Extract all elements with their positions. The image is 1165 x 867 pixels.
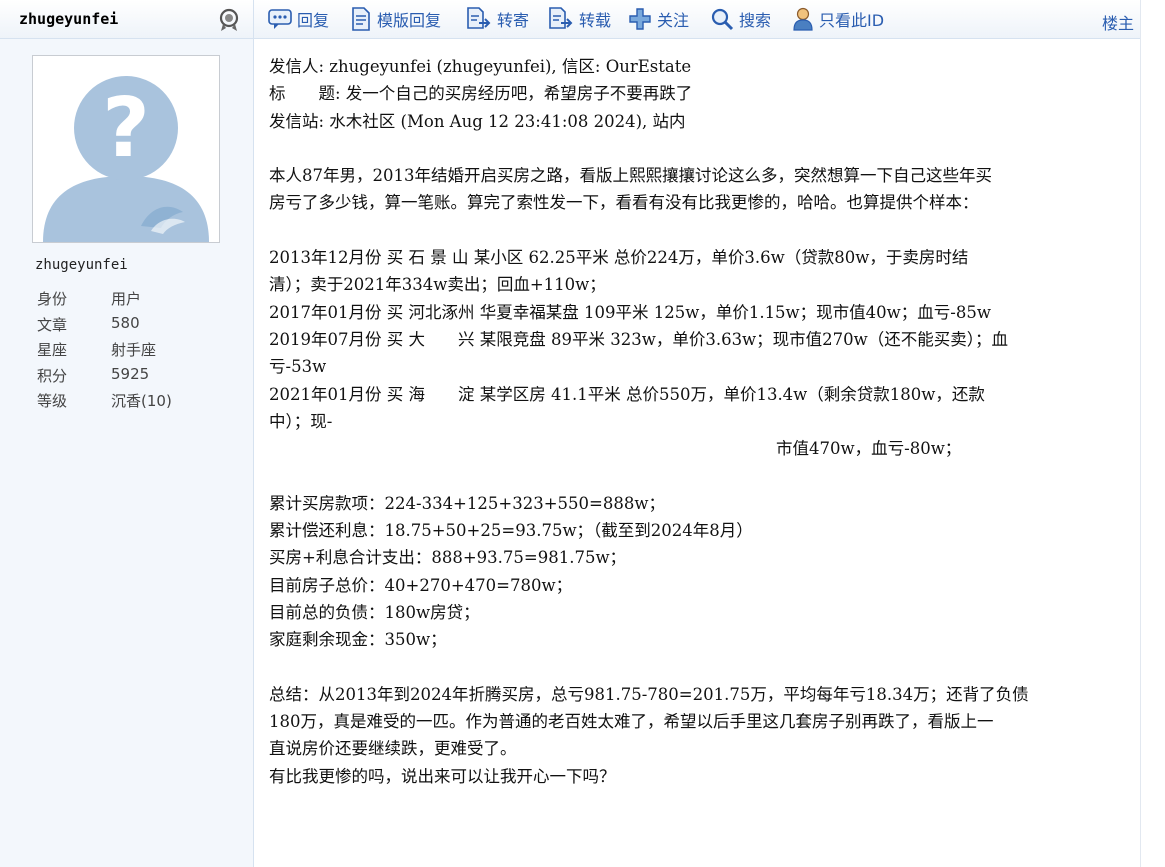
- follow-button[interactable]: 关注: [628, 6, 689, 32]
- post-line: 2019年07月份 买 大 兴 某限竞盘 89平米 323w，单价3.63w；现…: [269, 329, 1009, 349]
- post-line: [269, 654, 1129, 681]
- info-key: 文章: [37, 315, 68, 334]
- post-line: 发信站: 水木社区 (Mon Aug 12 23:41:08 2024), 站内: [269, 111, 686, 131]
- only-author-label: 只看此ID: [819, 11, 885, 30]
- post-line: 有比我更惨的吗，说出来可以让我开心一下吗？: [269, 766, 616, 786]
- post-line: [269, 135, 1129, 162]
- default-avatar-icon: ?: [33, 56, 219, 242]
- post-line: 2017年01月份 买 河北涿州 华夏幸福某盘 109平米 125w，单价1.1…: [269, 302, 991, 322]
- post-line: 累计买房款项：224-334+125+323+550=888w；: [269, 493, 665, 513]
- post-body: 发信人: zhugeyunfei (zhugeyunfei), 信区: OurE…: [269, 53, 1129, 867]
- info-value: 沉香(10): [111, 392, 172, 411]
- template-reply-button[interactable]: 模版回复: [350, 6, 441, 32]
- user-panel-header: zhugeyunfei: [0, 0, 253, 39]
- info-row-identity: 身份 用户: [37, 288, 172, 314]
- post-line: [269, 462, 1129, 489]
- post-line: 直说房价还要继续跌，更难受了。: [269, 739, 517, 759]
- header-username[interactable]: zhugeyunfei: [19, 10, 118, 28]
- post-line: 本人87年男，2013年结婚开启买房之路，看版上熙熙攘攘讨论这么多，突然想算一下…: [269, 166, 992, 186]
- post-line: 发信人: zhugeyunfei (zhugeyunfei), 信区: OurE…: [269, 57, 692, 76]
- info-value: 5925: [111, 364, 150, 383]
- floor-label[interactable]: 楼主: [1102, 10, 1134, 34]
- info-row-points: 积分 5925: [37, 365, 172, 391]
- search-label: 搜索: [739, 11, 772, 30]
- post-line: 180万，真是难受的一匹。作为普通的老百姓太难了，希望以后手里这几套房子别再跌了…: [269, 712, 994, 732]
- reply-label: 回复: [297, 11, 330, 30]
- post-line: 房亏了多少钱，算一笔账。算完了索性发一下，看看有没有比我更惨的，哈哈。也算提供个…: [269, 193, 979, 213]
- post-content: 发信人: zhugeyunfei (zhugeyunfei), 信区: OurE…: [254, 39, 1140, 867]
- post-line: [269, 217, 1129, 244]
- search-icon: [711, 8, 734, 31]
- post-toolbar: 回复 模版回复 转寄 转载 关注 搜索 只看此ID 楼主: [254, 0, 1140, 39]
- user-name[interactable]: zhugeyunfei: [35, 257, 128, 273]
- post-line: 亏-53w: [269, 357, 327, 377]
- info-value: 580: [111, 313, 140, 332]
- info-key: 身份: [37, 290, 68, 308]
- post-line: 中）；现-: [269, 411, 333, 431]
- post-line: 清）；卖于2021年334w卖出；回血+110w；: [269, 275, 606, 295]
- info-value: 射手座: [111, 341, 157, 360]
- post-line: [269, 790, 1129, 817]
- medal-icon: [219, 8, 239, 31]
- post-line: [269, 817, 1129, 844]
- search-button[interactable]: 搜索: [710, 6, 771, 32]
- post-line: 标 题: 发一个自己的买房经历吧，希望房子不要再跌了: [269, 84, 693, 104]
- post-line: 2013年12月份 买 石 景 山 某小区 62.25平米 总价224万，单价3…: [269, 248, 969, 268]
- post-frame: zhugeyunfei ? zhugeyunfei 身份 用户 文章 580 星…: [0, 0, 1165, 867]
- svg-text:?: ?: [102, 81, 150, 176]
- follow-label: 关注: [657, 11, 690, 30]
- post-line: 目前总的负债：180w房贷；: [269, 602, 480, 622]
- post-line: [269, 845, 1129, 867]
- only-author-button[interactable]: 只看此ID: [792, 6, 884, 32]
- info-row-zodiac: 星座 射手座: [37, 339, 172, 365]
- info-row-articles: 文章 580: [37, 314, 172, 340]
- forward-label: 转寄: [497, 11, 530, 30]
- post-line: 总结：从2013年到2024年折腾买房，总亏981.75-780=201.75万…: [269, 684, 1029, 704]
- reply-button[interactable]: 回复: [268, 6, 329, 32]
- document-icon: [352, 7, 370, 31]
- reply-icon: [268, 9, 292, 29]
- post-line: 累计偿还利息：18.75+50+25=93.75w；（截至到2024年8月）: [269, 521, 753, 541]
- user-icon: [793, 7, 813, 31]
- scrollbar-track[interactable]: [1140, 0, 1165, 867]
- plus-icon: [629, 8, 651, 30]
- repost-button[interactable]: 转载: [548, 6, 611, 32]
- repost-label: 转载: [579, 11, 612, 30]
- info-value: 用户: [111, 290, 142, 308]
- info-key: 等级: [37, 392, 68, 411]
- forward-button[interactable]: 转寄: [466, 6, 529, 32]
- user-panel: zhugeyunfei ? zhugeyunfei 身份 用户 文章 580 星…: [0, 0, 254, 867]
- info-key: 积分: [37, 366, 68, 385]
- post-line: 目前房子总价：40+270+470=780w；: [269, 575, 573, 595]
- post-line: 家庭剩余现金：350w；: [269, 630, 447, 650]
- repost-icon: [549, 7, 573, 29]
- user-info-table: 身份 用户 文章 580 星座 射手座 积分 5925 等级 沉香(10): [37, 288, 172, 416]
- avatar[interactable]: ?: [32, 55, 220, 243]
- post-line: 买房+利息合计支出：888+93.75=981.75w；: [269, 548, 627, 568]
- info-key: 星座: [37, 341, 68, 360]
- forward-icon: [467, 7, 491, 29]
- template-reply-label: 模版回复: [377, 11, 442, 30]
- post-line: 2021年01月份 买 海 淀 某学区房 41.1平米 总价550万，单价13.…: [269, 384, 985, 404]
- info-row-level: 等级 沉香(10): [37, 390, 172, 416]
- post-line: 市值470w，血亏-80w；: [776, 439, 962, 459]
